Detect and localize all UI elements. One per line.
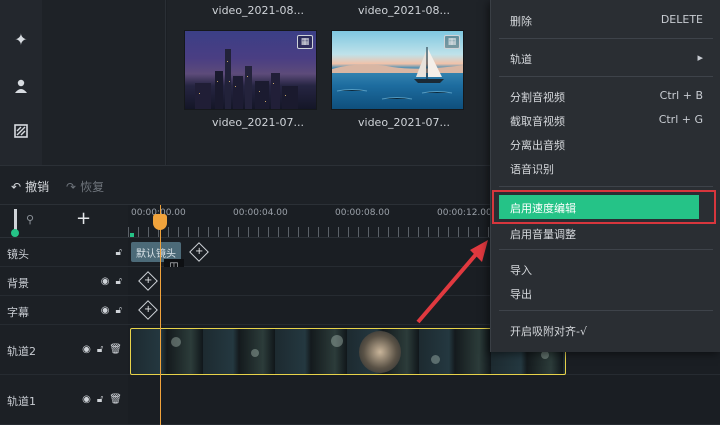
menu-item-snap-align[interactable]: 开启吸附对齐-√ xyxy=(491,318,720,342)
menu-item-export[interactable]: 导出 xyxy=(491,281,720,305)
menu-item-split[interactable]: 分割音视频 Ctrl + B xyxy=(491,84,720,108)
context-menu: 删除 DELETE 轨道 ▸ 分割音视频 Ctrl + B 截取音视频 Ctrl + G… xyxy=(490,0,720,352)
editor-window: ✦ video_2021-08... video_2021-08... ▦ vi… xyxy=(0,0,720,425)
highlight-box xyxy=(492,190,716,224)
menu-item-delete[interactable]: 删除 DELETE xyxy=(491,8,720,32)
menu-item-track[interactable]: 轨道 ▸ xyxy=(491,46,720,70)
menu-item-volume-adjust[interactable]: 启用音量调整 xyxy=(491,221,720,245)
menu-item-speech-recognition[interactable]: 语音识别 xyxy=(491,156,720,180)
menu-item-trim[interactable]: 截取音视频 Ctrl + G xyxy=(491,108,720,132)
menu-item-detach-audio[interactable]: 分离出音频 xyxy=(491,132,720,156)
menu-item-import[interactable]: 导入 xyxy=(491,257,720,281)
